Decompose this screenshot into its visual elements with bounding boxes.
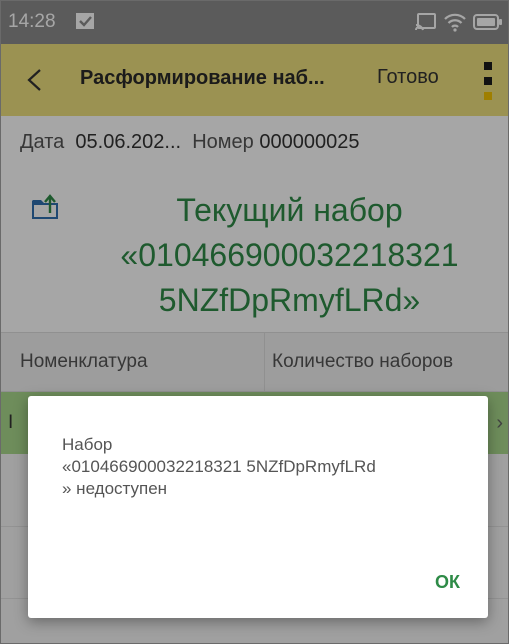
app-screen: 14:28 Расформирование наб... Готово Дата… <box>0 0 509 644</box>
alert-dialog: Набор «010466900032218321 5NZfDpRmyfLRd … <box>28 396 488 618</box>
dialog-message: Набор «010466900032218321 5NZfDpRmyfLRd … <box>62 435 376 498</box>
ok-button[interactable]: ОК <box>435 572 460 593</box>
